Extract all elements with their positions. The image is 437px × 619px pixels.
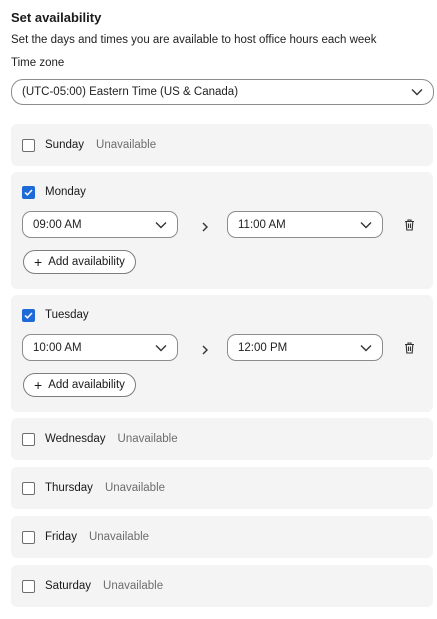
chevron-down-icon — [411, 88, 423, 96]
saturday-checkbox[interactable] — [22, 579, 35, 593]
day-label-monday: Monday — [45, 186, 86, 198]
chevron-down-icon — [360, 221, 372, 229]
day-label-wednesday: Wednesday — [45, 433, 106, 445]
timezone-value: (UTC-05:00) Eastern Time (US & Canada) — [22, 86, 239, 98]
day-card-saturday: Saturday Unavailable — [11, 565, 433, 607]
monday-add-availability-button[interactable]: + Add availability — [23, 250, 136, 274]
chevron-right-icon — [201, 342, 209, 355]
chevron-down-icon — [155, 221, 167, 229]
checkmark-icon — [24, 311, 33, 319]
monday-end-time-select[interactable]: 11:00 AM — [227, 211, 383, 238]
availability-panel: Set availability Set the days and times … — [0, 0, 437, 619]
timezone-label: Time zone — [11, 57, 65, 69]
day-row-thursday: Thursday Unavailable — [22, 480, 165, 496]
day-label-saturday: Saturday — [45, 580, 92, 592]
monday-end-time-value: 11:00 AM — [238, 218, 286, 231]
chevron-right-icon — [201, 219, 209, 232]
day-label-friday: Friday — [45, 531, 77, 543]
checkmark-icon — [24, 188, 33, 196]
monday-start-time-value: 09:00 AM — [33, 218, 82, 231]
plus-icon: + — [34, 254, 43, 270]
tuesday-start-time-select[interactable]: 10:00 AM — [22, 334, 178, 361]
day-row-tuesday: Tuesday — [22, 307, 89, 323]
day-label-tuesday: Tuesday — [45, 309, 89, 321]
chevron-down-icon — [360, 344, 372, 352]
tuesday-checkbox[interactable] — [22, 308, 35, 322]
trash-icon[interactable] — [404, 341, 415, 354]
day-row-friday: Friday Unavailable — [22, 529, 149, 545]
unavailable-label-friday: Unavailable — [88, 531, 150, 543]
day-card-sunday: Sunday Unavailable — [11, 124, 433, 166]
page-title: Set availability — [11, 10, 102, 25]
day-label-thursday: Thursday — [45, 482, 93, 494]
day-card-thursday: Thursday Unavailable — [11, 467, 433, 509]
day-row-monday: Monday — [22, 184, 86, 200]
page-subtitle: Set the days and times you are available… — [11, 34, 377, 46]
chevron-down-icon — [155, 344, 167, 352]
tuesday-end-time-value: 12:00 PM — [238, 341, 288, 354]
day-row-saturday: Saturday Unavailable — [22, 578, 163, 594]
unavailable-label-thursday: Unavailable — [104, 482, 166, 494]
tuesday-end-time-select[interactable]: 12:00 PM — [227, 334, 383, 361]
sunday-checkbox[interactable] — [22, 138, 35, 152]
tuesday-start-time-value: 10:00 AM — [33, 341, 82, 354]
day-row-wednesday: Wednesday Unavailable — [22, 431, 178, 447]
unavailable-label-sunday: Unavailable — [96, 139, 157, 151]
day-label-sunday: Sunday — [45, 139, 85, 151]
add-availability-label: Add availability — [48, 256, 125, 268]
thursday-checkbox[interactable] — [22, 481, 35, 495]
monday-checkbox[interactable] — [22, 185, 35, 199]
unavailable-label-wednesday: Unavailable — [117, 433, 178, 445]
day-card-monday: Monday 09:00 AM 11:00 AM + Add availabil… — [11, 172, 433, 289]
add-availability-label: Add availability — [48, 379, 125, 391]
friday-checkbox[interactable] — [22, 530, 35, 544]
day-card-wednesday: Wednesday Unavailable — [11, 418, 433, 460]
trash-icon[interactable] — [404, 218, 415, 231]
day-card-friday: Friday Unavailable — [11, 516, 433, 558]
wednesday-checkbox[interactable] — [22, 432, 35, 446]
day-card-tuesday: Tuesday 10:00 AM 12:00 PM + Add availabi… — [11, 295, 433, 412]
unavailable-label-saturday: Unavailable — [103, 580, 164, 592]
day-row-sunday: Sunday Unavailable — [22, 137, 156, 153]
tuesday-add-availability-button[interactable]: + Add availability — [23, 373, 136, 397]
plus-icon: + — [34, 377, 43, 393]
timezone-select[interactable]: (UTC-05:00) Eastern Time (US & Canada) — [11, 79, 434, 105]
monday-start-time-select[interactable]: 09:00 AM — [22, 211, 178, 238]
